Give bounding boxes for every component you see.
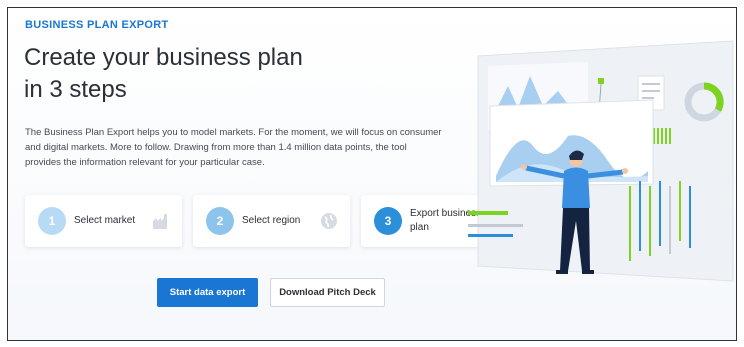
dashboard-illustration (468, 40, 734, 282)
globe-icon (321, 213, 337, 229)
step-number-3: 3 (374, 207, 402, 235)
step-card-select-region[interactable]: 2 Select region (193, 195, 350, 247)
title-line-1: Create your business plan (24, 44, 303, 71)
description-text: The Business Plan Export helps you to mo… (25, 127, 442, 168)
start-data-export-button[interactable]: Start data export (157, 278, 258, 307)
eyebrow-label: BUSINESS PLAN EXPORT (25, 19, 169, 31)
page-title: Create your business plan in 3 steps (24, 42, 344, 106)
page-frame: BUSINESS PLAN EXPORT Create your busines… (7, 7, 737, 341)
title-line-2: in 3 steps (24, 76, 127, 103)
factory-icon (153, 214, 167, 229)
step-number-2: 2 (206, 207, 234, 235)
download-pitch-deck-button[interactable]: Download Pitch Deck (270, 278, 385, 307)
step-label-1: Select market (74, 215, 136, 226)
step-card-select-market[interactable]: 1 Select market (25, 195, 182, 247)
step-number-1: 1 (38, 207, 66, 235)
step-label-2: Select region (242, 215, 301, 226)
